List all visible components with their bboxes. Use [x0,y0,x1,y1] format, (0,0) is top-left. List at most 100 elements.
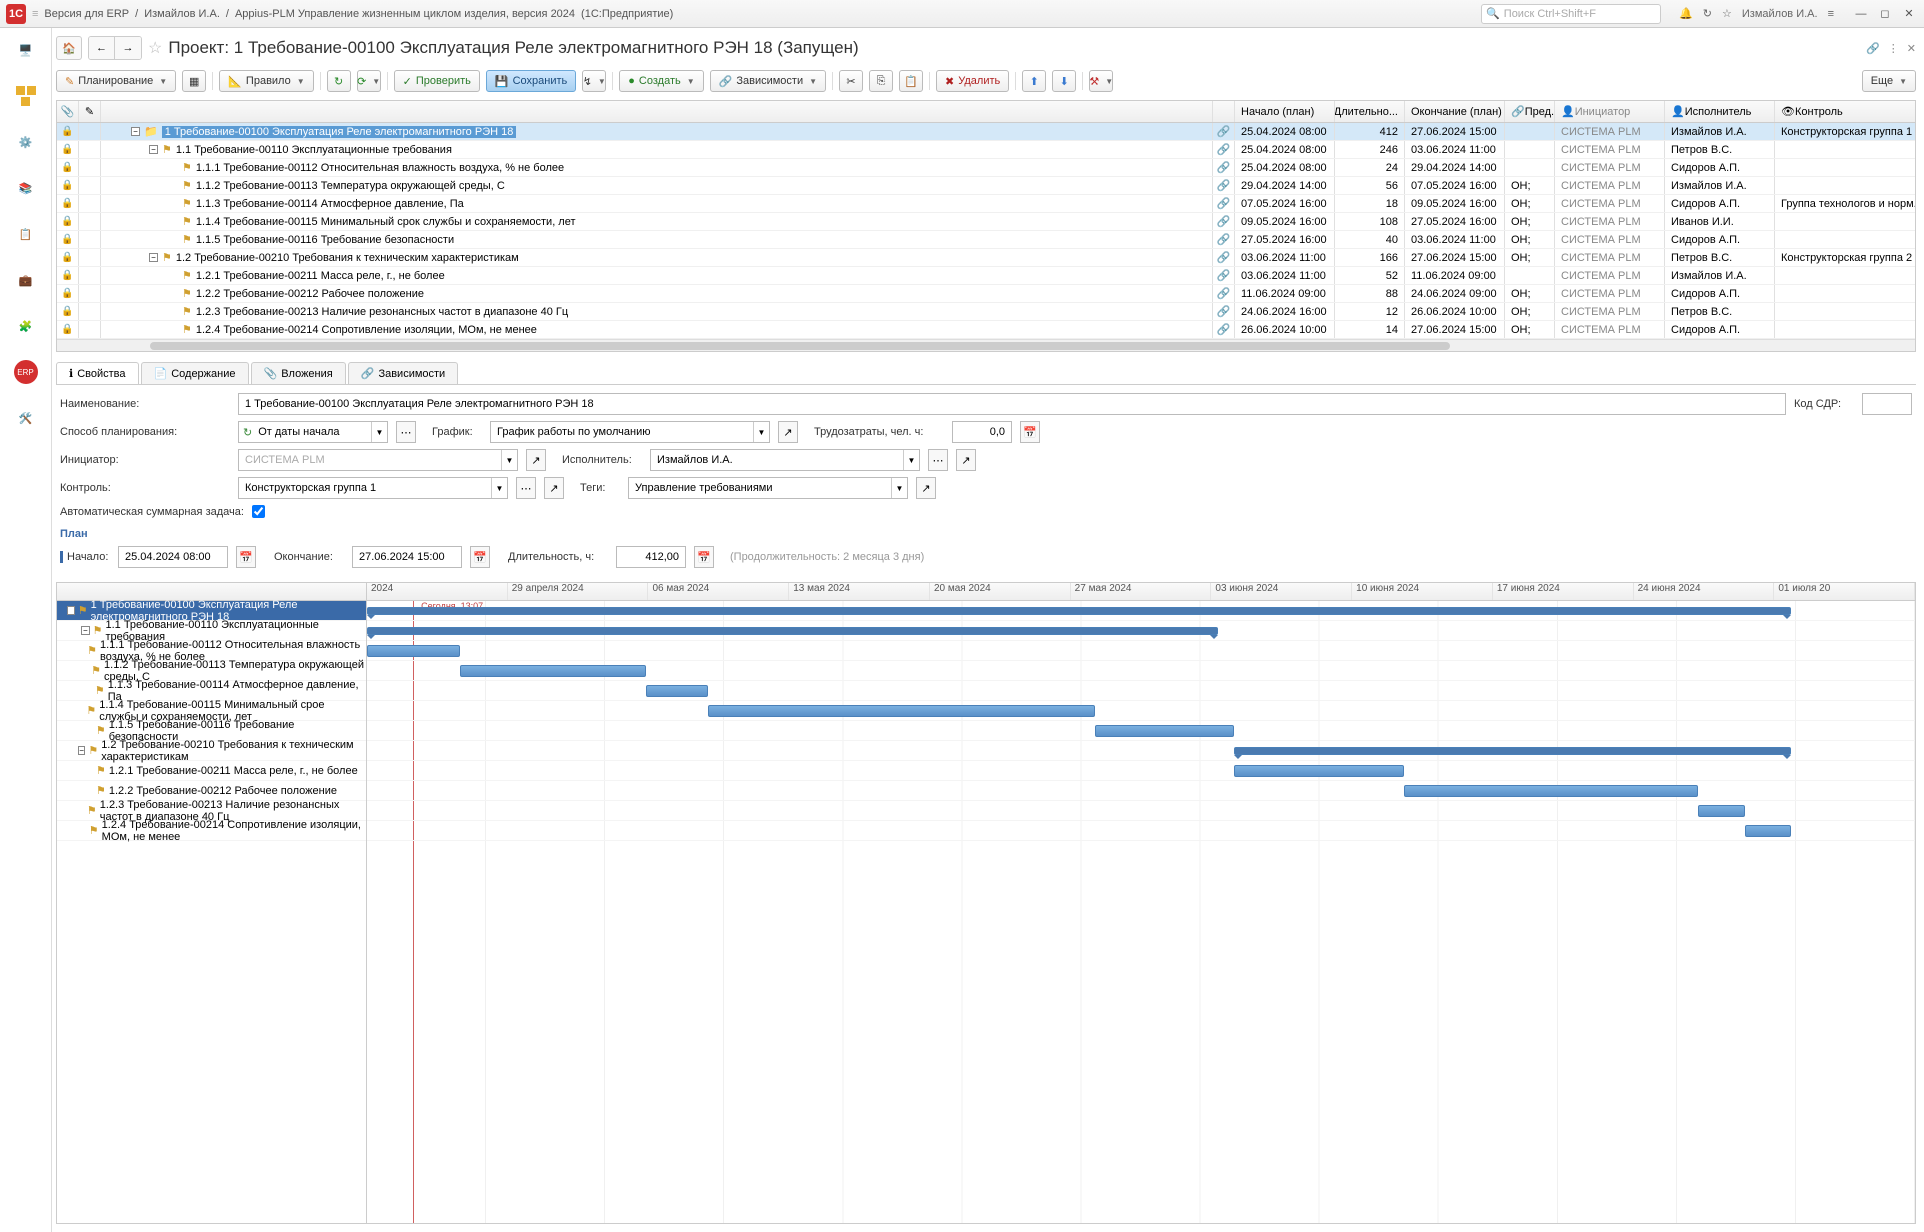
effort-calc[interactable]: 📅 [1020,421,1040,443]
gantt-bar[interactable] [1745,825,1791,837]
link-icon[interactable]: 🔗 [1217,269,1231,282]
effort-field[interactable]: 0,0 [952,421,1012,443]
gantt-bar[interactable] [367,645,460,657]
col-executor[interactable]: 👤Исполнитель [1665,101,1775,122]
user-label[interactable]: Измайлов И.А. [1742,8,1818,20]
expand-icon[interactable]: − [81,626,90,635]
control-open[interactable]: ↗ [544,477,564,499]
sdr-field[interactable] [1862,393,1912,415]
home-button[interactable]: 🏠 [56,36,82,60]
gantt-bar[interactable] [1234,765,1404,777]
history-icon[interactable]: ↻ [1703,7,1712,20]
duration-calc[interactable]: 📅 [694,546,714,568]
check-button[interactable]: ✓Проверить [394,70,480,92]
start-calendar[interactable]: 📅 [236,546,256,568]
executor-open[interactable]: ↗ [956,449,976,471]
dependencies-button[interactable]: 🔗Зависимости▼ [710,70,826,92]
gantt-bar[interactable] [367,627,1218,635]
table-row[interactable]: 🔒 ⚑1.1.1 Требование-00112 Относительная … [57,159,1915,177]
col-start[interactable]: Начало (план) [1235,101,1335,122]
table-row[interactable]: 🔒 −⚑1.2 Требование-00210 Требования к те… [57,249,1915,267]
link-icon[interactable]: 🔗 [1217,287,1231,300]
back-button[interactable]: ← [89,37,115,59]
route-button[interactable]: ↯▼ [582,70,606,92]
gantt-bar[interactable] [1095,725,1234,737]
tags-select[interactable]: Управление требованиями▼ [628,477,908,499]
expand-icon[interactable]: − [78,746,85,755]
link-icon[interactable]: 🔗 [1217,179,1231,192]
table-row[interactable]: 🔒 ⚑1.1.5 Требование-00116 Требование без… [57,231,1915,249]
delete-button[interactable]: ✖Удалить [936,70,1009,92]
executor-extra[interactable]: ⋯ [928,449,948,471]
col-duration[interactable]: Длительно... [1335,101,1405,122]
gantt-bar[interactable] [367,607,1791,615]
create-button[interactable]: ●Создать▼ [619,70,703,92]
schedule-select[interactable]: График работы по умолчанию▼ [490,421,770,443]
gantt-row-label[interactable]: ⚑1.2.4 Требование-00214 Сопротивление из… [57,821,366,841]
link-icon[interactable]: 🔗 [1217,197,1231,210]
grid-scrollbar[interactable] [57,339,1915,351]
gantt-row-label[interactable]: −⚑1.2 Требование-00210 Требования к техн… [57,741,366,761]
control-select[interactable]: Конструкторская группа 1▼ [238,477,508,499]
planning-button[interactable]: ✎Планирование▼ [56,70,176,92]
close-button[interactable]: ✕ [1900,6,1918,22]
start-field[interactable]: 25.04.2024 08:00 [118,546,228,568]
plan-method-extra[interactable]: ⋯ [396,421,416,443]
table-row[interactable]: 🔒 ⚑1.2.2 Требование-00212 Рабочее положе… [57,285,1915,303]
end-field[interactable]: 27.06.2024 15:00 [352,546,462,568]
tab-dependencies[interactable]: 🔗Зависимости [348,362,458,384]
auto-summary-checkbox[interactable] [252,505,265,518]
bell-icon[interactable]: 🔔 [1679,7,1693,20]
gantt-bar[interactable] [708,705,1095,717]
link-icon[interactable]: 🔗 [1217,215,1231,228]
grid-view-button[interactable]: ▦ [182,70,206,92]
expand-icon[interactable]: − [67,606,75,615]
table-row[interactable]: 🔒 ⚑1.1.2 Требование-00113 Температура ок… [57,177,1915,195]
link-icon[interactable]: 🔗 [1217,233,1231,246]
end-calendar[interactable]: 📅 [470,546,490,568]
col-edit[interactable]: ✎ [79,101,101,122]
tab-properties[interactable]: ℹСвойства [56,362,139,384]
table-row[interactable]: 🔒 ⚑1.1.4 Требование-00115 Минимальный ср… [57,213,1915,231]
col-control[interactable]: 👁Контроль [1775,101,1915,122]
link-icon[interactable]: 🔗 [1217,125,1231,138]
gantt-bar[interactable] [1234,747,1791,755]
link-icon[interactable]: 🔗 [1217,161,1231,174]
expand-icon[interactable]: − [149,145,158,154]
tab-attachments[interactable]: 📎Вложения [251,362,346,384]
tags-open[interactable]: ↗ [916,477,936,499]
tool-button[interactable]: ⚒▼ [1089,70,1113,92]
save-button[interactable]: 💾Сохранить [486,70,576,92]
plan-method-select[interactable]: ↻От даты начала▼ [238,421,388,443]
col-pred[interactable]: 🔗Пред... [1505,101,1555,122]
link-icon[interactable]: 🔗 [1217,305,1231,318]
table-row[interactable]: 🔒 −📁1 Требование-00100 Эксплуатация Реле… [57,123,1915,141]
col-end[interactable]: Окончание (план) [1405,101,1505,122]
link-icon[interactable]: 🔗 [1866,42,1880,55]
name-field[interactable]: 1 Требование-00100 Эксплуатация Реле эле… [238,393,1786,415]
copy-button[interactable]: ⎘ [869,70,893,92]
executor-select[interactable]: Измайлов И.А.▼ [650,449,920,471]
forward-button[interactable]: → [115,37,141,59]
initiator-open[interactable]: ↗ [526,449,546,471]
more-button[interactable]: Еще▼ [1862,70,1916,92]
star-icon[interactable]: ☆ [1722,7,1732,20]
sidebar-tools-icon[interactable]: 🛠️ [10,402,42,434]
gantt-bar[interactable] [460,665,646,677]
cut-button[interactable]: ✂ [839,70,863,92]
link-icon[interactable]: 🔗 [1217,323,1231,336]
col-attach[interactable]: 📎 [57,101,79,122]
expand-icon[interactable]: − [149,253,158,262]
tab-content[interactable]: 📄Содержание [141,362,249,384]
table-row[interactable]: 🔒 ⚑1.2.4 Требование-00214 Сопротивление … [57,321,1915,339]
move-up-button[interactable]: ⬆ [1022,70,1046,92]
menu-icon[interactable]: ≡ [1828,8,1834,20]
table-row[interactable]: 🔒 −⚑1.1 Требование-00110 Эксплуатационны… [57,141,1915,159]
more-icon[interactable]: ⋮ [1888,42,1899,55]
sidebar-blocks-icon[interactable] [10,80,42,112]
search-input[interactable]: 🔍 Поиск Ctrl+Shift+F [1481,4,1661,24]
gantt-bar[interactable] [646,685,708,697]
move-down-button[interactable]: ⬇ [1052,70,1076,92]
link-icon[interactable]: 🔗 [1217,143,1231,156]
table-row[interactable]: 🔒 ⚑1.1.3 Требование-00114 Атмосферное да… [57,195,1915,213]
